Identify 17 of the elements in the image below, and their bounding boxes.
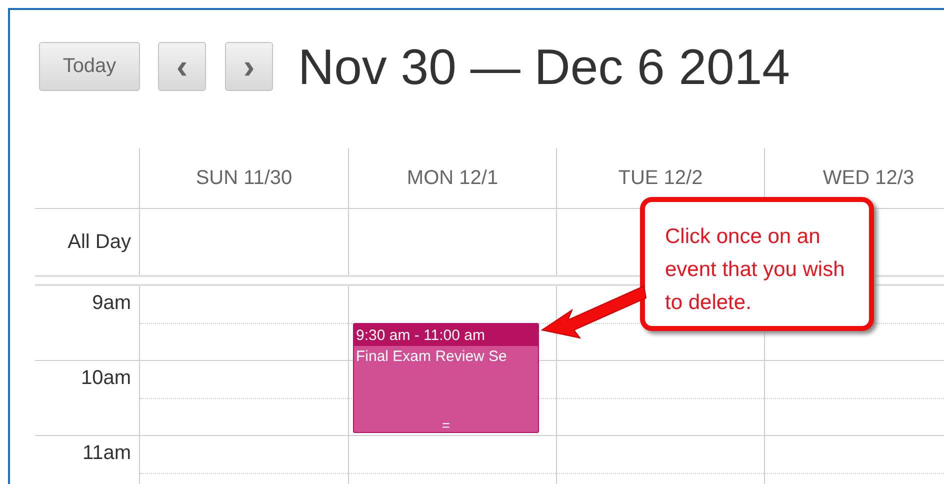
day-header: MON 12/1 bbox=[406, 166, 498, 190]
day-header: SUN 11/30 bbox=[196, 166, 292, 190]
event-time: 9:30 am - 11:00 am bbox=[356, 327, 485, 344]
all-day-label: All Day bbox=[68, 230, 131, 254]
calendar-event[interactable]: 9:30 am - 11:00 am Final Exam Review Se = bbox=[353, 323, 539, 433]
day-header: WED 12/3 bbox=[822, 166, 914, 190]
event-title: Final Exam Review Se bbox=[355, 347, 508, 367]
callout-text: Click once on an event that you wish to delete. bbox=[665, 225, 845, 314]
day-header: TUE 12/2 bbox=[618, 166, 703, 190]
hour-label: 9am bbox=[92, 292, 131, 315]
previous-button[interactable]: ‹ bbox=[158, 42, 206, 91]
next-button[interactable]: › bbox=[225, 42, 273, 91]
date-range-title: Nov 30 — Dec 6 2014 bbox=[298, 38, 790, 96]
resize-handle[interactable]: = bbox=[442, 418, 450, 432]
today-button[interactable]: Today bbox=[39, 42, 140, 91]
hour-label: 11am bbox=[82, 442, 131, 465]
hour-label: 10am bbox=[80, 367, 131, 390]
